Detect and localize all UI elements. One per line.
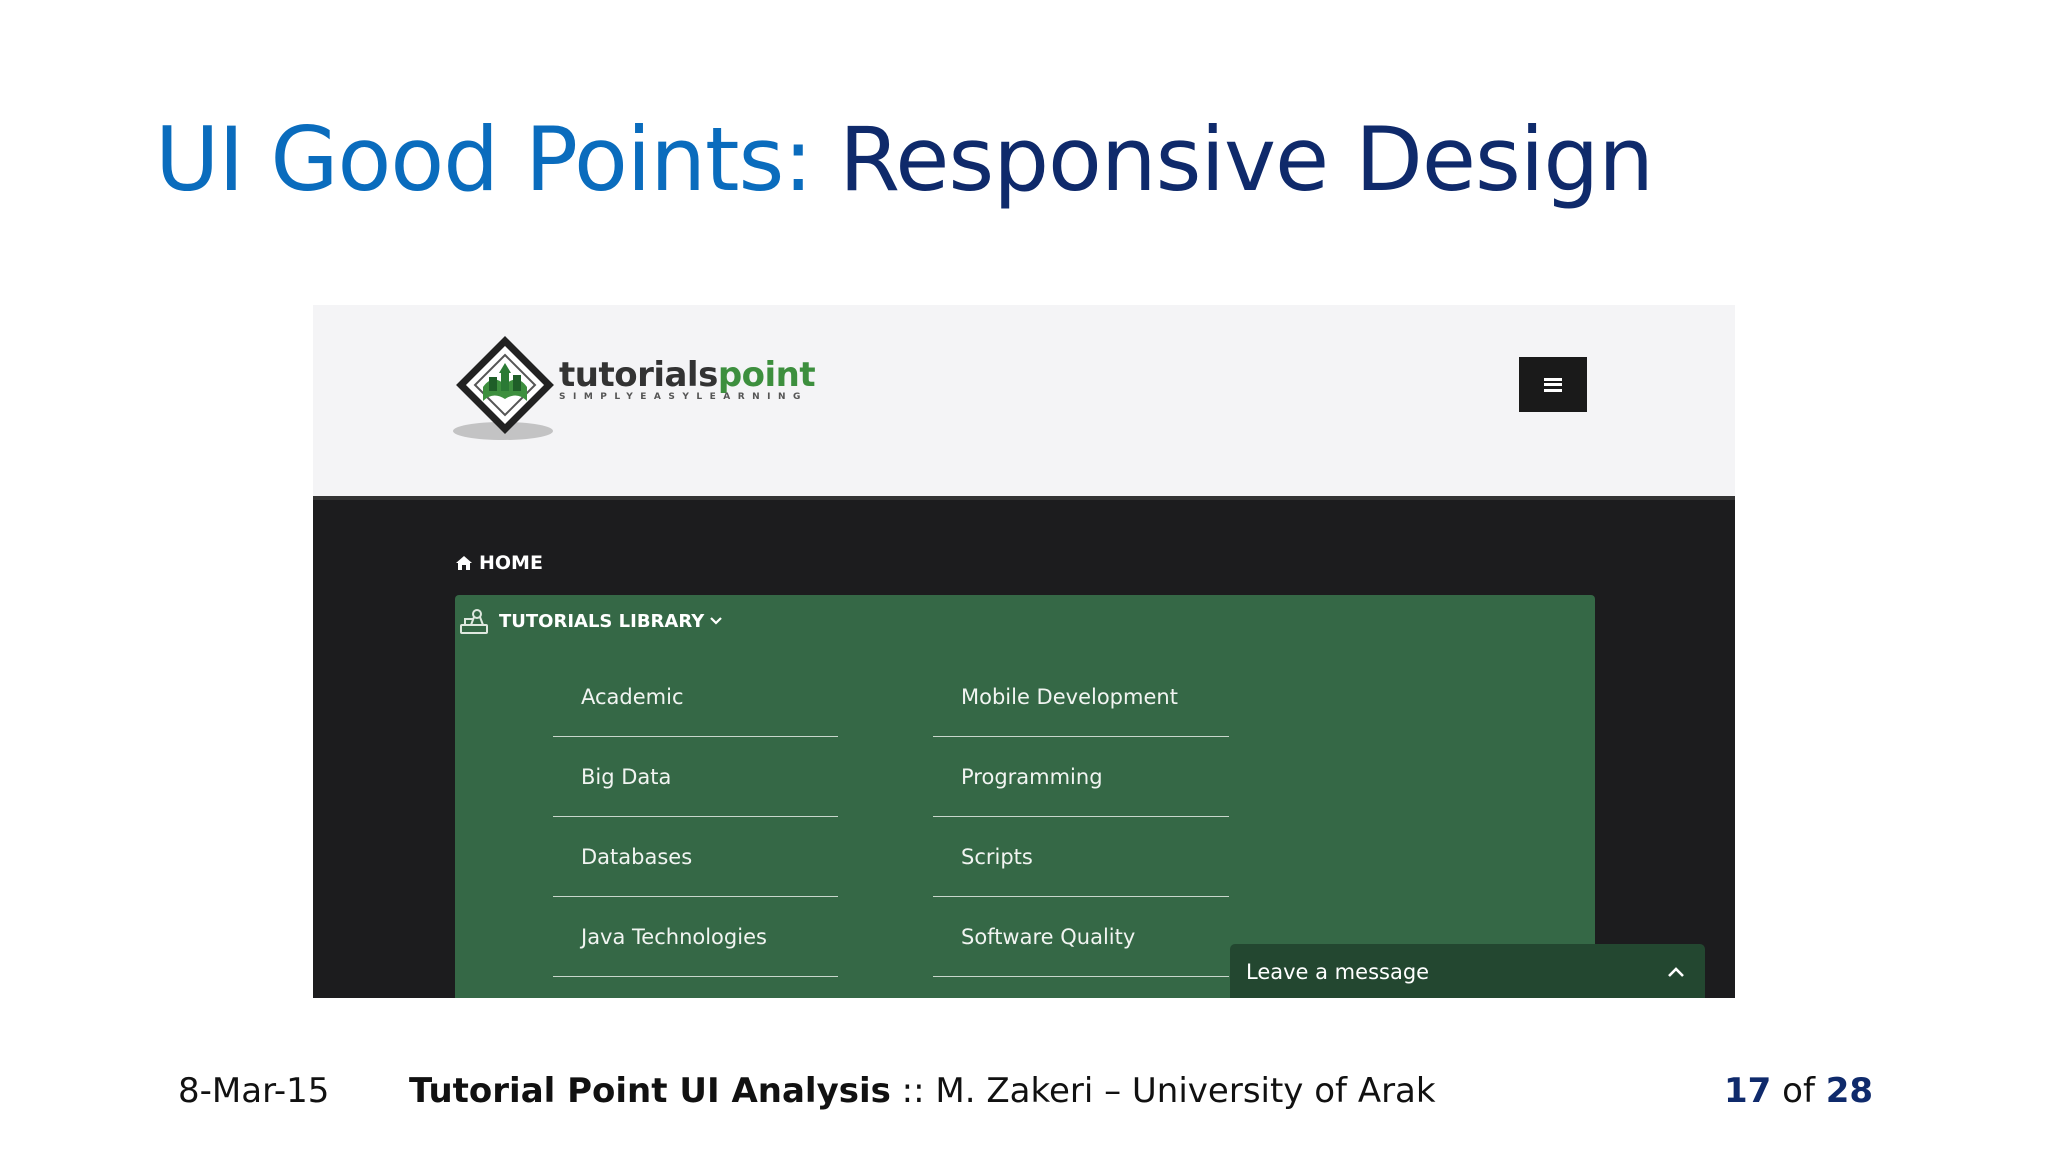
footer-author: M. Zakeri – University of Arak xyxy=(935,1071,1436,1111)
nav-home-label: HOME xyxy=(479,552,543,574)
menu-column-1: Academic Big Data Databases Java Technol… xyxy=(553,657,838,977)
menu-item-software-quality[interactable]: Software Quality xyxy=(933,897,1229,977)
menu-item-programming[interactable]: Programming xyxy=(933,737,1229,817)
tutorials-library-label: TUTORIALS LIBRARY xyxy=(499,610,705,632)
logo-word-green: point xyxy=(717,355,816,395)
page-of: of xyxy=(1771,1071,1826,1111)
tutorials-library-dropdown[interactable]: TUTORIALS LIBRARY xyxy=(459,607,723,635)
logo-tagline: SIMPLYEASYLEARNING xyxy=(559,392,808,402)
menu-column-2: Mobile Development Programming Scripts S… xyxy=(933,657,1229,977)
footer-title: Tutorial Point UI Analysis :: M. Zakeri … xyxy=(409,1074,1436,1108)
page-current: 17 xyxy=(1724,1071,1772,1111)
leave-message-chat-bar[interactable]: Leave a message xyxy=(1230,944,1705,998)
slide-title: UI Good Points: Responsive Design xyxy=(155,111,1654,209)
logo-word-dark: tutorials xyxy=(559,355,718,395)
slide-title-main: Responsive Design xyxy=(839,108,1654,211)
nav-home-link[interactable]: HOME xyxy=(455,552,543,574)
menu-item-scripts[interactable]: Scripts xyxy=(933,817,1229,897)
footer-date: 8-Mar-15 xyxy=(178,1071,330,1111)
chevron-down-icon xyxy=(710,617,723,625)
site-header: tutorialspoint SIMPLYEASYLEARNING xyxy=(313,305,1735,496)
menu-item-academic[interactable]: Academic xyxy=(553,657,838,737)
chat-label: Leave a message xyxy=(1246,960,1430,984)
menu-toggle-button[interactable] xyxy=(1519,357,1587,412)
menu-item-databases[interactable]: Databases xyxy=(553,817,838,897)
chevron-up-icon[interactable] xyxy=(1667,966,1685,978)
logo-wordmark: tutorialspoint xyxy=(559,355,816,395)
menu-item-mobile-development[interactable]: Mobile Development xyxy=(933,657,1229,737)
library-icon xyxy=(460,609,488,634)
website-screenshot: tutorialspoint SIMPLYEASYLEARNING HOME T… xyxy=(313,305,1735,998)
tutorialspoint-logo-icon[interactable] xyxy=(453,335,563,445)
footer-separator: :: xyxy=(890,1071,936,1111)
slide-title-accent: UI Good Points: xyxy=(155,108,813,211)
site-nav: HOME TUTORIALS LIBRARY Academic Big Data… xyxy=(313,496,1735,998)
logo-text[interactable]: tutorialspoint SIMPLYEASYLEARNING xyxy=(559,355,816,402)
tutorials-library-panel: TUTORIALS LIBRARY Academic Big Data Data… xyxy=(455,595,1595,998)
menu-item-java-technologies[interactable]: Java Technologies xyxy=(553,897,838,977)
footer-page-number: 17 of 28 xyxy=(1724,1074,1873,1108)
hamburger-icon xyxy=(1544,377,1562,392)
menu-item-big-data[interactable]: Big Data xyxy=(553,737,838,817)
footer-title-bold: Tutorial Point UI Analysis xyxy=(409,1071,891,1111)
page-total: 28 xyxy=(1825,1071,1874,1111)
home-icon xyxy=(456,556,472,570)
